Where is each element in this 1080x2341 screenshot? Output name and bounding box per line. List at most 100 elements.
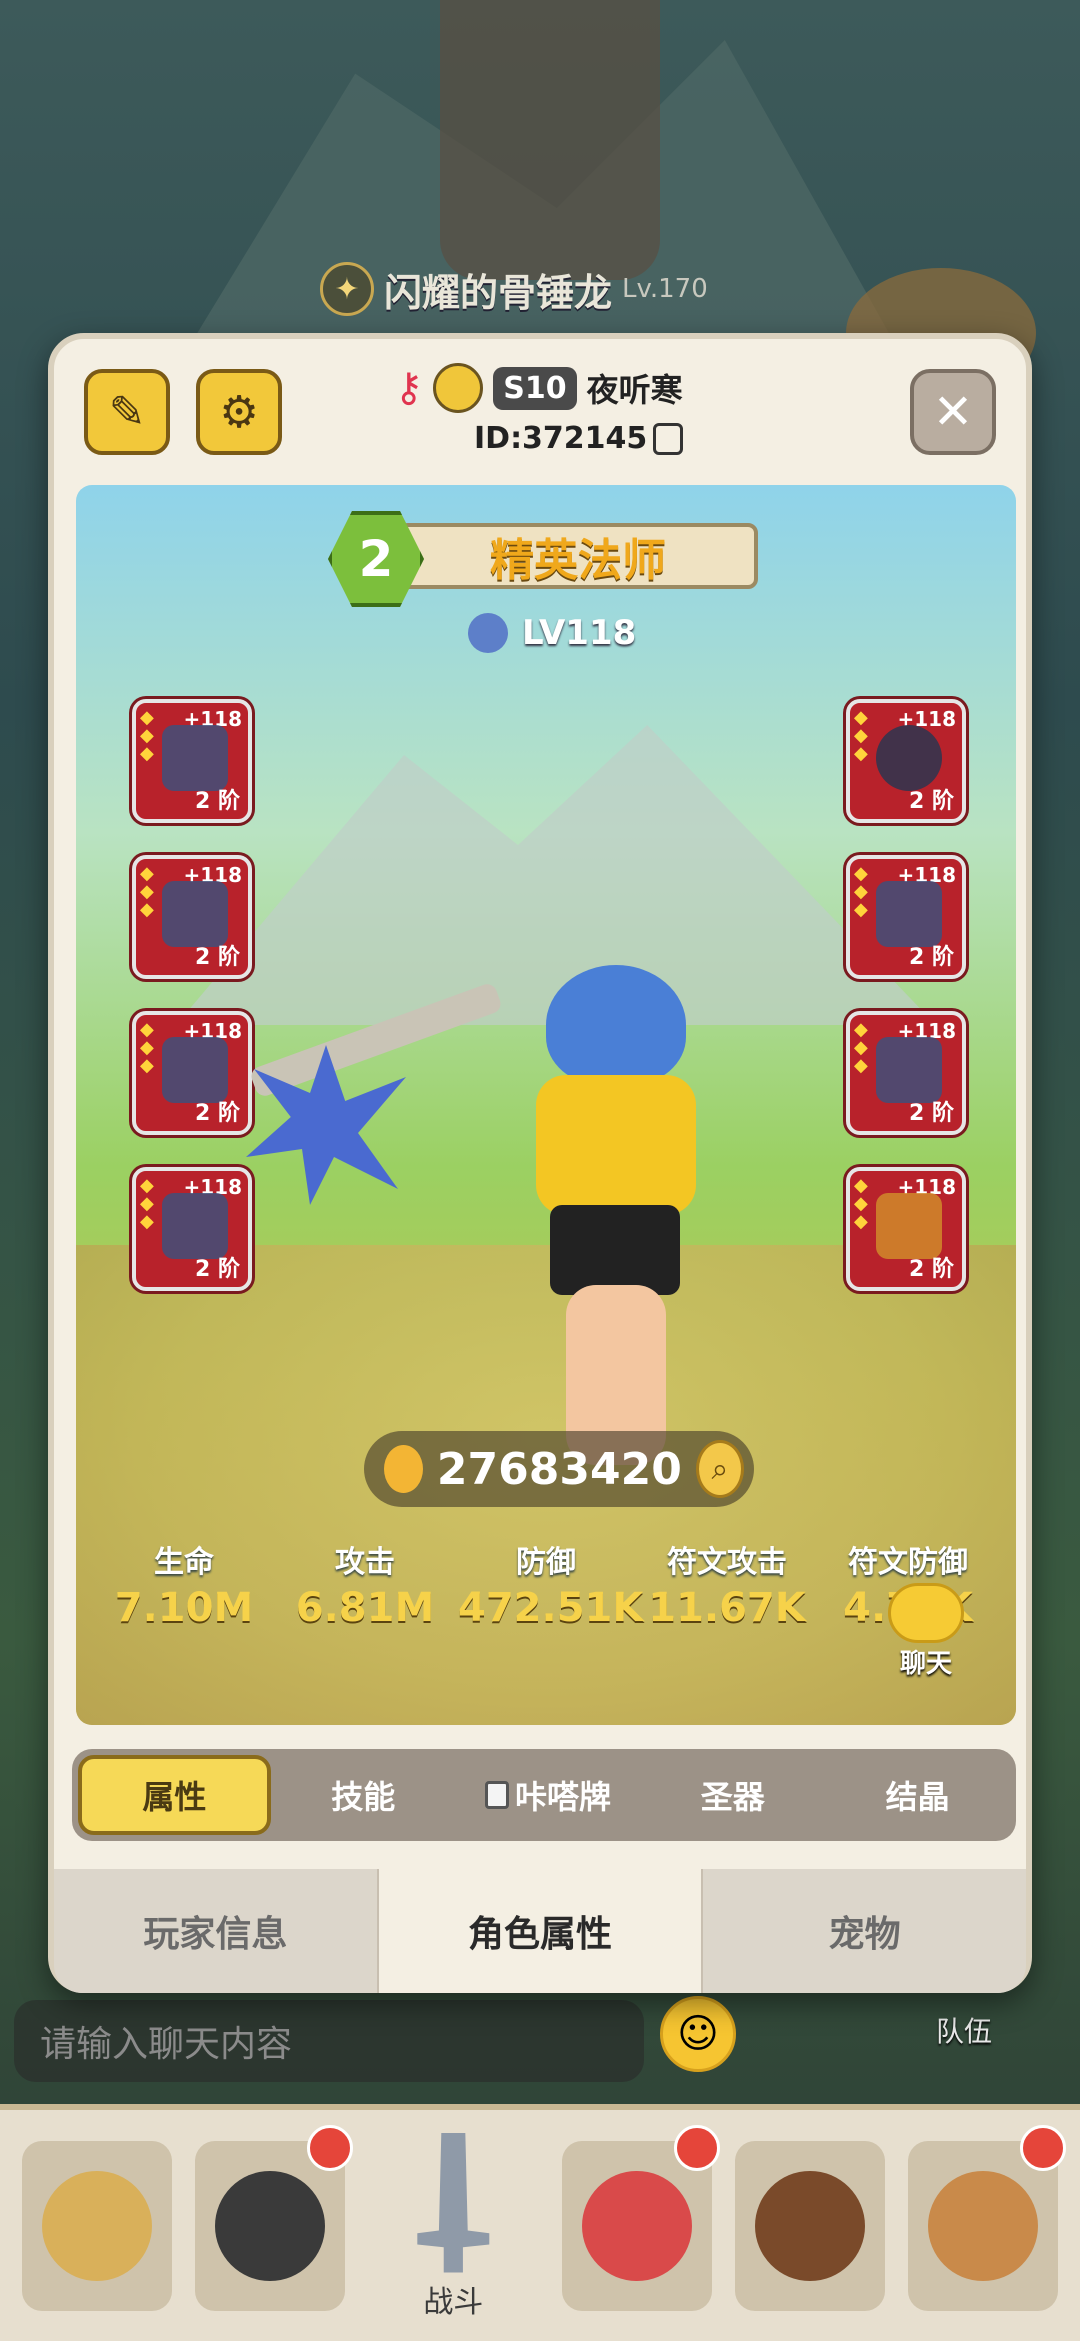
gear-slot-necklace[interactable]: ◆ ◆ ◆ +118 2 阶 bbox=[846, 1167, 966, 1291]
tab-relics[interactable]: 圣器 bbox=[640, 1755, 825, 1835]
tab-attributes[interactable]: 属性 bbox=[78, 1755, 271, 1835]
avatar bbox=[433, 363, 484, 413]
nav-hero-3[interactable] bbox=[561, 2124, 720, 2311]
star-icon: ◆ ◆ ◆ bbox=[854, 863, 868, 920]
sub-tab-bar: 属性 技能 咔嗒牌 圣器 结晶 bbox=[72, 1749, 1016, 1841]
star-icon: ◆ ◆ ◆ bbox=[140, 863, 154, 920]
notification-dot-icon bbox=[306, 2124, 353, 2171]
star-icon: ◆ ◆ ◆ bbox=[854, 707, 868, 764]
hero-avatar bbox=[581, 2170, 692, 2281]
sword-icon bbox=[417, 2132, 490, 2273]
gear-tier: 2 阶 bbox=[909, 1257, 954, 1282]
lock-icon bbox=[484, 1781, 509, 1809]
close-button[interactable]: ✕ bbox=[910, 369, 996, 455]
notification-dot-icon bbox=[1020, 2124, 1067, 2171]
armor-icon bbox=[876, 881, 942, 947]
tab-player-info[interactable]: 玩家信息 bbox=[54, 1869, 379, 1993]
bottom-nav: 战斗 bbox=[0, 2104, 1080, 2341]
chat-input[interactable]: 请输入聊天内容 bbox=[14, 2000, 644, 2082]
player-name: 夜听寒 bbox=[586, 371, 683, 409]
player-header: ⚷ S10 夜听寒 bbox=[394, 363, 683, 413]
stat-value: 472.51K bbox=[458, 1585, 644, 1631]
character-model bbox=[516, 965, 716, 1465]
tab-pets[interactable]: 宠物 bbox=[703, 1869, 1027, 1993]
tab-skills[interactable]: 技能 bbox=[271, 1755, 456, 1835]
boots-icon bbox=[876, 1037, 942, 1103]
star-icon: ◆ ◆ ◆ bbox=[854, 1019, 868, 1076]
nav-battle-label: 战斗 bbox=[423, 2284, 484, 2320]
gear-slot-boots[interactable]: ◆ ◆ ◆ +118 2 阶 bbox=[846, 1011, 966, 1135]
necklace-icon bbox=[876, 1193, 942, 1259]
emoji-button[interactable]: ☺ bbox=[660, 1996, 736, 2072]
boss-info: ✦ 闪耀的骨锤龙 Lv.170 bbox=[320, 258, 708, 320]
class-plank: 精英法师 bbox=[398, 523, 758, 589]
stat-hp: 生命 7.10M bbox=[96, 1537, 272, 1631]
stat-attack: 攻击 6.81M bbox=[277, 1537, 453, 1631]
edit-icon: ✎ bbox=[108, 386, 146, 438]
stat-value: 11.67K bbox=[648, 1585, 806, 1631]
stat-label: 防御 bbox=[516, 1545, 576, 1580]
gear-tier: 2 阶 bbox=[195, 945, 240, 970]
combat-power: 27683420 ⌕ bbox=[364, 1431, 754, 1507]
copy-icon[interactable] bbox=[653, 422, 684, 455]
gear-slot-armor[interactable]: ◆ ◆ ◆ +118 2 阶 bbox=[846, 855, 966, 979]
gear-slot-orb[interactable]: ◆ ◆ ◆ +118 2 阶 bbox=[846, 699, 966, 823]
gear-tier: 2 阶 bbox=[195, 1257, 240, 1282]
stat-value: 6.81M bbox=[295, 1585, 435, 1631]
gear-slot-ring[interactable]: ◆ ◆ ◆ +118 2 阶 bbox=[132, 1167, 252, 1291]
class-icon bbox=[468, 613, 508, 653]
star-icon: ◆ ◆ ◆ bbox=[140, 707, 154, 764]
chat-float-button[interactable]: 聊天 bbox=[866, 1583, 986, 1680]
nav-hero-2[interactable] bbox=[194, 2124, 353, 2311]
character-shorts bbox=[550, 1205, 680, 1295]
gloves-icon bbox=[162, 1037, 228, 1103]
notification-dot-icon bbox=[673, 2124, 720, 2171]
combat-power-value: 27683420 bbox=[436, 1443, 682, 1495]
character-hair bbox=[546, 965, 686, 1085]
star-icon: ◆ ◆ ◆ bbox=[140, 1019, 154, 1076]
background-tree bbox=[440, 0, 660, 280]
weapon-icon bbox=[162, 881, 228, 947]
helmet-icon bbox=[162, 725, 228, 791]
team-label[interactable]: 队伍 bbox=[936, 2010, 992, 2050]
character-level: LV118 bbox=[522, 613, 637, 653]
hero-avatar bbox=[928, 2170, 1039, 2281]
nav-hero-4[interactable] bbox=[734, 2140, 885, 2311]
star-icon: ◆ ◆ ◆ bbox=[854, 1175, 868, 1232]
chat-bubble-icon bbox=[888, 1583, 964, 1643]
gear-icon: ⚙ bbox=[219, 386, 259, 438]
edit-profile-button[interactable]: ✎ bbox=[84, 369, 170, 455]
stat-defense: 防御 472.51K bbox=[458, 1537, 644, 1631]
settings-button[interactable]: ⚙ bbox=[196, 369, 282, 455]
gear-tier: 2 阶 bbox=[909, 789, 954, 814]
stats-row: 生命 7.10M 攻击 6.81M 防御 472.51K 符文攻击 11.67K… bbox=[96, 1537, 996, 1631]
stat-label: 符文攻击 bbox=[667, 1545, 787, 1580]
stat-value: 7.10M bbox=[114, 1585, 254, 1631]
gear-slot-gloves[interactable]: ◆ ◆ ◆ +118 2 阶 bbox=[132, 1011, 252, 1135]
tab-crystals[interactable]: 结晶 bbox=[825, 1755, 1010, 1835]
gear-tier: 2 阶 bbox=[195, 789, 240, 814]
hero-avatar bbox=[41, 2170, 152, 2281]
player-id-row: ID:372145 bbox=[474, 421, 684, 456]
star-icon: ◆ ◆ ◆ bbox=[140, 1175, 154, 1232]
nav-battle[interactable]: 战斗 bbox=[368, 2131, 538, 2321]
class-banner: 精英法师 2 bbox=[328, 511, 758, 607]
search-icon[interactable]: ⌕ bbox=[695, 1440, 744, 1498]
gear-slot-weapon[interactable]: ◆ ◆ ◆ +118 2 阶 bbox=[132, 855, 252, 979]
chat-float-label: 聊天 bbox=[899, 1649, 952, 1679]
nav-hero-5[interactable] bbox=[908, 2124, 1067, 2311]
gear-tier: 2 阶 bbox=[909, 945, 954, 970]
tab-character-attributes[interactable]: 角色属性 bbox=[378, 1869, 704, 1993]
key-icon: ⚷ bbox=[394, 365, 424, 411]
close-icon: ✕ bbox=[932, 384, 974, 440]
tab-cards[interactable]: 咔嗒牌 bbox=[456, 1755, 641, 1835]
stat-label: 符文防御 bbox=[848, 1545, 968, 1580]
nav-hero-1[interactable] bbox=[21, 2140, 172, 2311]
level-row: LV118 bbox=[468, 613, 636, 653]
hero-avatar bbox=[754, 2170, 865, 2281]
gear-slot-helmet[interactable]: ◆ ◆ ◆ +118 2 阶 bbox=[132, 699, 252, 823]
ring-icon bbox=[162, 1193, 228, 1259]
gear-tier: 2 阶 bbox=[909, 1101, 954, 1126]
strength-icon bbox=[384, 1445, 423, 1493]
class-name: 精英法师 bbox=[490, 535, 666, 586]
